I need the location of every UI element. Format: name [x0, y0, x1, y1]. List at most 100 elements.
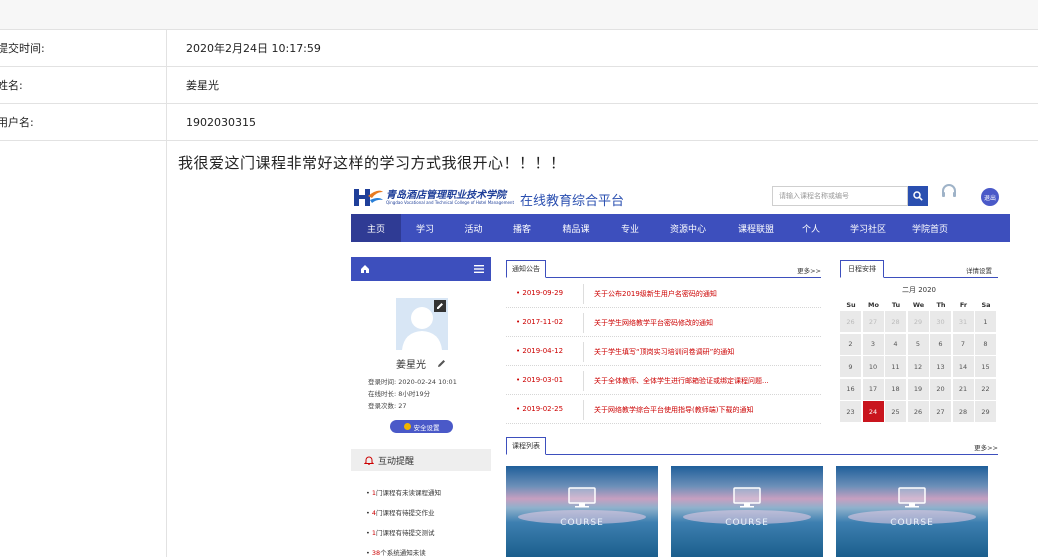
notice-date: • 2019-09-29: [516, 289, 564, 297]
nav-resource-center[interactable]: 资源中心: [654, 214, 722, 242]
home-icon[interactable]: [360, 264, 370, 274]
calendar-day[interactable]: 3: [862, 333, 884, 355]
calendar-settings-link[interactable]: 详情设置: [966, 265, 992, 275]
calendar-day[interactable]: 15: [975, 356, 996, 377]
calendar-day[interactable]: 21: [952, 378, 974, 400]
notice-title[interactable]: 关于公布2019级新生用户名密码的通知: [594, 289, 717, 299]
remind-item[interactable]: • 38个系统通知未读: [366, 547, 426, 557]
nav-quality-course[interactable]: 精品课: [546, 214, 606, 242]
search-button[interactable]: [908, 186, 928, 206]
calendar-day[interactable]: 30: [930, 311, 951, 332]
schedule-tab[interactable]: 日程安排: [840, 260, 884, 278]
calendar-weekday: Tu: [891, 301, 901, 309]
calendar-day[interactable]: 14: [952, 356, 974, 377]
calendar-day[interactable]: 26: [907, 401, 929, 422]
calendar-day[interactable]: 1: [975, 311, 996, 332]
notice-row[interactable]: • 2019-04-12 关于学生填写“顶岗实习培训问卷调研”的通知: [506, 338, 821, 366]
nav-podcast[interactable]: 播客: [498, 214, 546, 242]
login-time: 登录时间: 2020-02-24 10:01: [368, 378, 457, 386]
nav-college-home[interactable]: 学院首页: [904, 214, 956, 242]
notice-separator: [583, 342, 584, 362]
calendar-day[interactable]: 20: [930, 378, 951, 400]
calendar-day[interactable]: 11: [885, 356, 906, 377]
remind-item[interactable]: • 1门课程有未读课程通知: [366, 487, 441, 497]
calendar-day[interactable]: 6: [930, 333, 951, 355]
course-list-tab[interactable]: 课程列表: [506, 437, 546, 455]
calendar-day[interactable]: 8: [975, 333, 996, 355]
notice-more-link[interactable]: 更多>>: [797, 265, 821, 275]
notice-separator: [583, 400, 584, 420]
calendar-day[interactable]: 27: [862, 311, 884, 332]
notice-row[interactable]: • 2019-02-25 关于网络教学综合平台使用指导(教师端)下载的通知: [506, 396, 821, 424]
embedded-portal-screenshot: 青岛酒店管理职业技术学院 Qingdao Vocational and Tech…: [348, 178, 1038, 557]
pencil-icon[interactable]: [437, 359, 446, 368]
calendar-day[interactable]: 10: [862, 356, 884, 377]
nav-activity[interactable]: 活动: [449, 214, 498, 242]
course-more-link[interactable]: 更多>>: [974, 442, 998, 452]
course-card[interactable]: COURSE: [836, 466, 988, 557]
course-search-input[interactable]: 请输入课程名称或编号: [772, 186, 908, 206]
notice-title[interactable]: 关于网络教学综合平台使用指导(教师端)下载的通知: [594, 405, 753, 415]
calendar-day[interactable]: 7: [952, 333, 974, 355]
nav-community[interactable]: 学习社区: [832, 214, 904, 242]
notice-row[interactable]: • 2019-09-29 关于公布2019级新生用户名密码的通知: [506, 280, 821, 308]
calendar-day[interactable]: 12: [907, 356, 929, 377]
calendar-day[interactable]: 4: [885, 333, 906, 355]
shield-icon: [403, 423, 411, 430]
notice-title[interactable]: 关于全体教师、全体学生进行邮箱验证或绑定课程问题...: [594, 376, 769, 386]
portal-nav: 主页 学习 活动 播客 精品课 专业 资源中心 课程联盟 个人 学习社区 学院首…: [351, 214, 1010, 242]
remind-item[interactable]: • 1门课程有待提交测试: [366, 527, 435, 537]
notice-separator: [583, 284, 584, 304]
notice-row[interactable]: • 2019-03-01 关于全体教师、全体学生进行邮箱验证或绑定课程问题...: [506, 367, 821, 395]
remind-title: 互动提醒: [378, 457, 415, 467]
edit-avatar-icon[interactable]: [434, 300, 446, 312]
course-list-header: 课程列表 更多>>: [506, 437, 998, 455]
calendar-day-today[interactable]: 24: [862, 401, 884, 422]
remind-item[interactable]: • 4门课程有待提交作业: [366, 507, 435, 517]
calendar-day[interactable]: 17: [862, 378, 884, 400]
user-name: 姜星光: [396, 360, 426, 371]
nav-study[interactable]: 学习: [401, 214, 449, 242]
notice-separator: [583, 313, 584, 333]
label-username: 用户名:: [0, 116, 34, 129]
security-settings-button[interactable]: 安全设置: [390, 420, 453, 433]
calendar-day[interactable]: 18: [885, 378, 906, 400]
calendar-day[interactable]: 2: [840, 333, 861, 355]
menu-icon[interactable]: [474, 265, 484, 273]
calendar-day[interactable]: 23: [840, 401, 861, 422]
calendar-day[interactable]: 19: [907, 378, 929, 400]
notice-tab[interactable]: 通知公告: [506, 260, 546, 278]
notice-date: • 2019-04-12: [516, 347, 564, 355]
top-strip: [0, 0, 1038, 30]
calendar-day[interactable]: 28: [885, 311, 906, 332]
course-card[interactable]: COURSE: [506, 466, 658, 557]
nav-major[interactable]: 专业: [606, 214, 654, 242]
exit-button[interactable]: 退出: [981, 188, 999, 206]
calendar-day[interactable]: 29: [907, 311, 929, 332]
calendar-day[interactable]: 9: [840, 356, 861, 377]
search-icon: [913, 191, 923, 201]
calendar-day[interactable]: 29: [975, 401, 996, 422]
nav-home[interactable]: 主页: [351, 214, 401, 242]
calendar-day[interactable]: 31: [952, 311, 974, 332]
column-divider: [166, 30, 167, 557]
calendar-day[interactable]: 25: [885, 401, 906, 422]
nav-course-alliance[interactable]: 课程联盟: [722, 214, 790, 242]
calendar-day[interactable]: 27: [930, 401, 951, 422]
calendar-day[interactable]: 5: [907, 333, 929, 355]
calendar-day[interactable]: 22: [975, 378, 996, 400]
notice-title[interactable]: 关于学生网络教学平台密码修改的通知: [594, 318, 713, 328]
course-card[interactable]: COURSE: [671, 466, 823, 557]
notice-header: 通知公告 更多>>: [506, 260, 821, 278]
notice-row[interactable]: • 2017-11-02 关于学生网络教学平台密码修改的通知: [506, 309, 821, 337]
calendar-day[interactable]: 16: [840, 378, 861, 400]
headset-icon[interactable]: [940, 182, 958, 200]
calendar-day[interactable]: 28: [952, 401, 974, 422]
calendar-day[interactable]: 13: [930, 356, 951, 377]
calendar-day[interactable]: 26: [840, 311, 861, 332]
user-panel: 姜星光 登录时间: 2020-02-24 10:01 在线时长: 8小时19分 …: [351, 281, 491, 557]
calendar-weekday: Su: [846, 301, 856, 309]
notice-title[interactable]: 关于学生填写“顶岗实习培训问卷调研”的通知: [594, 347, 734, 357]
nav-personal[interactable]: 个人: [790, 214, 832, 242]
calendar-weekday: Th: [936, 301, 946, 309]
